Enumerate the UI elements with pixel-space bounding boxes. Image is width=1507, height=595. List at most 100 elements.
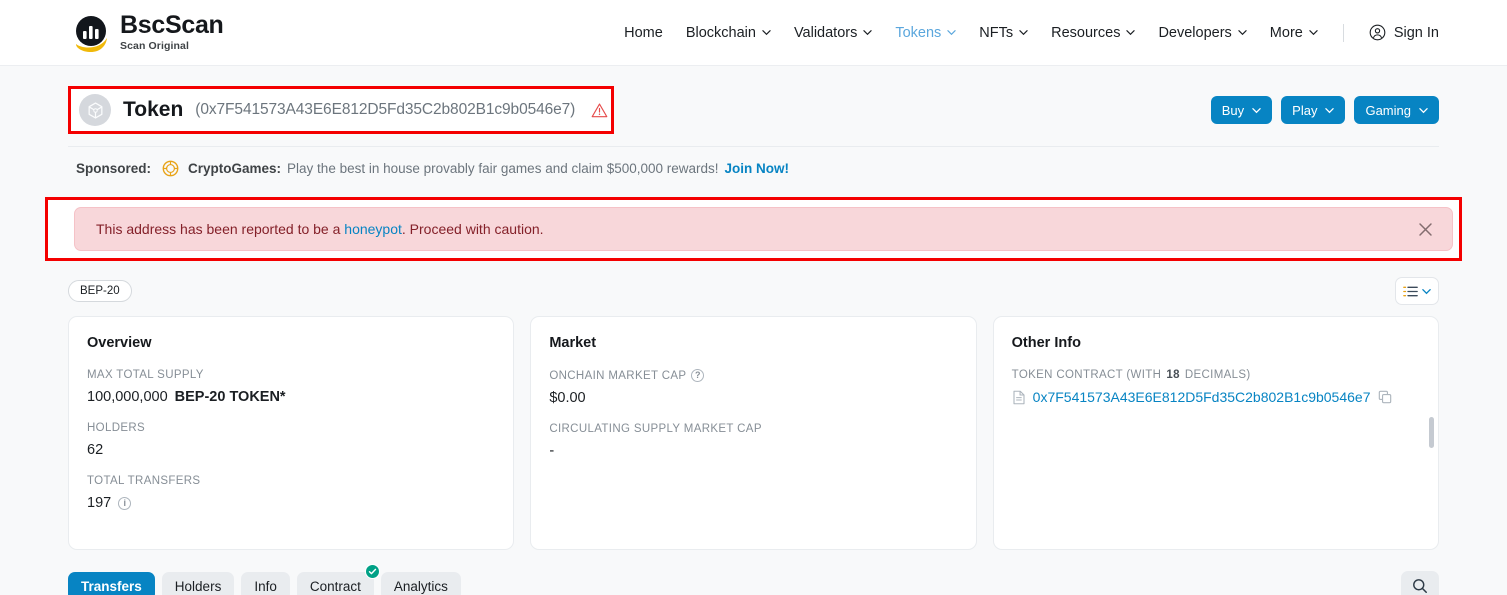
nav-item-validators[interactable]: Validators [793, 24, 873, 41]
chevron-down-icon [1019, 30, 1028, 36]
field-max-total-supply: MAX TOTAL SUPPLY 100,000,000 BEP-20 TOKE… [87, 369, 495, 405]
tab-label: Contract [309, 578, 361, 594]
page-title: Token [123, 98, 184, 121]
tab-transfers[interactable]: Transfers [68, 571, 155, 595]
chevron-down-icon [1325, 107, 1335, 113]
copy-icon [1378, 390, 1391, 404]
bscscan-logo-icon [72, 14, 110, 52]
market-card: Market ONCHAIN MARKET CAP ? $0.00 CIRCUL… [530, 316, 977, 550]
nav-item-developers[interactable]: Developers [1158, 24, 1247, 41]
nav-label: Validators [793, 24, 858, 41]
brand-logo[interactable]: BscScan Scan Original [72, 13, 224, 52]
chevron-down-icon [1309, 30, 1318, 36]
help-icon[interactable]: ? [691, 369, 705, 382]
info-cards: Overview MAX TOTAL SUPPLY 100,000,000 BE… [68, 316, 1439, 550]
buy-button[interactable]: Buy [1210, 96, 1273, 124]
nav-item-more[interactable]: More [1270, 25, 1318, 41]
tab-contract[interactable]: Contract [296, 563, 380, 595]
tab-label: Info [254, 578, 277, 594]
cryptogames-coin-icon [162, 160, 179, 177]
nav-item-home[interactable]: Home [624, 25, 663, 41]
brand-title: BscScan [120, 11, 224, 40]
nav-label: Blockchain [685, 24, 756, 41]
field-value: 100,000,000 BEP-20 TOKEN* [87, 389, 495, 405]
chevron-down-icon [947, 30, 956, 36]
site-header: BscScan Scan Original Home Blockchain Va… [0, 0, 1507, 66]
field-value: 0x7F541573A43E6E812D5Fd35C2b802B1c9b0546… [1012, 389, 1420, 405]
alert-text-before: This address has been reported to be a [96, 221, 341, 237]
token-address-text: (0x7F541573A43E6E812D5Fd35C2b802B1c9b054… [195, 101, 576, 118]
search-button[interactable] [1401, 570, 1439, 595]
nav-label: NFTs [979, 24, 1014, 41]
tab-label: Transfers [81, 578, 142, 594]
page-body: Token (0x7F541573A43E6E812D5Fd35C2b802B1… [0, 80, 1507, 595]
nav-label: Developers [1158, 24, 1232, 41]
nav-label: Tokens [895, 24, 942, 41]
tab-info[interactable]: Info [241, 571, 290, 595]
search-icon [1413, 579, 1427, 593]
gaming-button[interactable]: Gaming [1354, 96, 1439, 124]
chevron-down-icon [1126, 30, 1136, 36]
field-holders: HOLDERS 62 [87, 422, 495, 458]
alert-text-after: . Proceed with caution. [401, 221, 544, 237]
token-title-row: Token (0x7F541573A43E6E812D5Fd35C2b802B1… [68, 80, 1439, 140]
overview-card: Overview MAX TOTAL SUPPLY 100,000,000 BE… [68, 316, 515, 550]
field-total-transfers: TOTAL TRANSFERS 197 i [87, 475, 495, 511]
nav-label: More [1269, 24, 1303, 41]
nav-divider [1342, 23, 1344, 42]
tab-holders[interactable]: Holders [161, 571, 235, 595]
sponsored-cta-link[interactable]: Join Now! [725, 161, 790, 176]
sponsored-prefix: Sponsored: [76, 161, 152, 176]
holders-count: 62 [87, 442, 104, 458]
chevron-down-icon [1238, 30, 1247, 36]
market-card-title: Market [549, 335, 597, 351]
onchain-market-cap-label: ONCHAIN MARKET CAP [549, 369, 687, 382]
onchain-market-cap-value: $0.00 [549, 390, 586, 406]
verified-check-icon [364, 563, 380, 579]
tab-analytics[interactable]: Analytics [380, 571, 461, 595]
field-label: HOLDERS [87, 422, 146, 434]
sponsored-message: Play the best in house provably fair gam… [287, 161, 719, 176]
token-contract-label-post: DECIMALS) [1184, 369, 1251, 381]
token-title-annotation-box: Token (0x7F541573A43E6E812D5Fd35C2b802B1… [68, 86, 614, 134]
chevron-down-icon [1419, 107, 1428, 113]
list-view-icon [1403, 286, 1418, 296]
field-label: ONCHAIN MARKET CAP ? [549, 369, 957, 382]
play-button[interactable]: Play [1281, 96, 1346, 124]
title-action-buttons: Buy Play Gaming [1210, 96, 1439, 124]
sign-in-button[interactable]: Sign In [1369, 24, 1439, 41]
field-label: MAX TOTAL SUPPLY [87, 369, 204, 381]
total-transfers-count: 197 [87, 495, 112, 511]
honeypot-alert-annotation-box: This address has been reported to be a h… [45, 197, 1462, 261]
field-onchain-market-cap: ONCHAIN MARKET CAP ? $0.00 [549, 369, 957, 406]
sponsored-brand[interactable]: CryptoGames: [188, 161, 281, 176]
chevron-down-icon [1252, 107, 1261, 113]
close-icon[interactable] [1414, 218, 1436, 240]
tab-label: Analytics [393, 578, 448, 594]
field-label: CIRCULATING SUPPLY MARKET CAP [549, 423, 762, 435]
warning-triangle-icon[interactable] [591, 102, 608, 119]
max-supply-symbol: BEP-20 TOKEN* [174, 389, 286, 405]
main-nav: Home Blockchain Validators Tokens NFTs R… [624, 23, 1439, 42]
field-token-contract: TOKEN CONTRACT (WITH 18 DECIMALS) 0x7F54… [1012, 369, 1420, 405]
nav-item-nfts[interactable]: NFTs [979, 25, 1028, 41]
token-contract-label-pre: TOKEN CONTRACT (WITH [1011, 369, 1162, 381]
user-circle-icon [1369, 24, 1386, 41]
info-icon[interactable]: i [118, 496, 132, 510]
content-tabs: Transfers Holders Info Contract Analytic… [68, 563, 1439, 595]
tab-label: Holders [174, 578, 222, 594]
buy-button-label: Buy [1221, 102, 1245, 118]
token-contract-address-link[interactable]: 0x7F541573A43E6E812D5Fd35C2b802B1c9b0546… [1033, 389, 1371, 405]
chevron-down-icon [863, 30, 873, 36]
nav-item-tokens[interactable]: Tokens [895, 25, 956, 41]
document-icon [1013, 390, 1025, 404]
list-view-button[interactable] [1395, 277, 1439, 305]
nav-label: Resources [1051, 24, 1121, 41]
other-info-scrollbar[interactable] [1428, 417, 1434, 448]
nav-item-resources[interactable]: Resources [1051, 24, 1136, 41]
overview-card-title: Overview [87, 335, 152, 351]
play-button-label: Play [1292, 102, 1318, 118]
honeypot-link[interactable]: honeypot [344, 221, 402, 237]
nav-item-blockchain[interactable]: Blockchain [686, 25, 771, 41]
honeypot-alert: This address has been reported to be a h… [74, 207, 1453, 251]
